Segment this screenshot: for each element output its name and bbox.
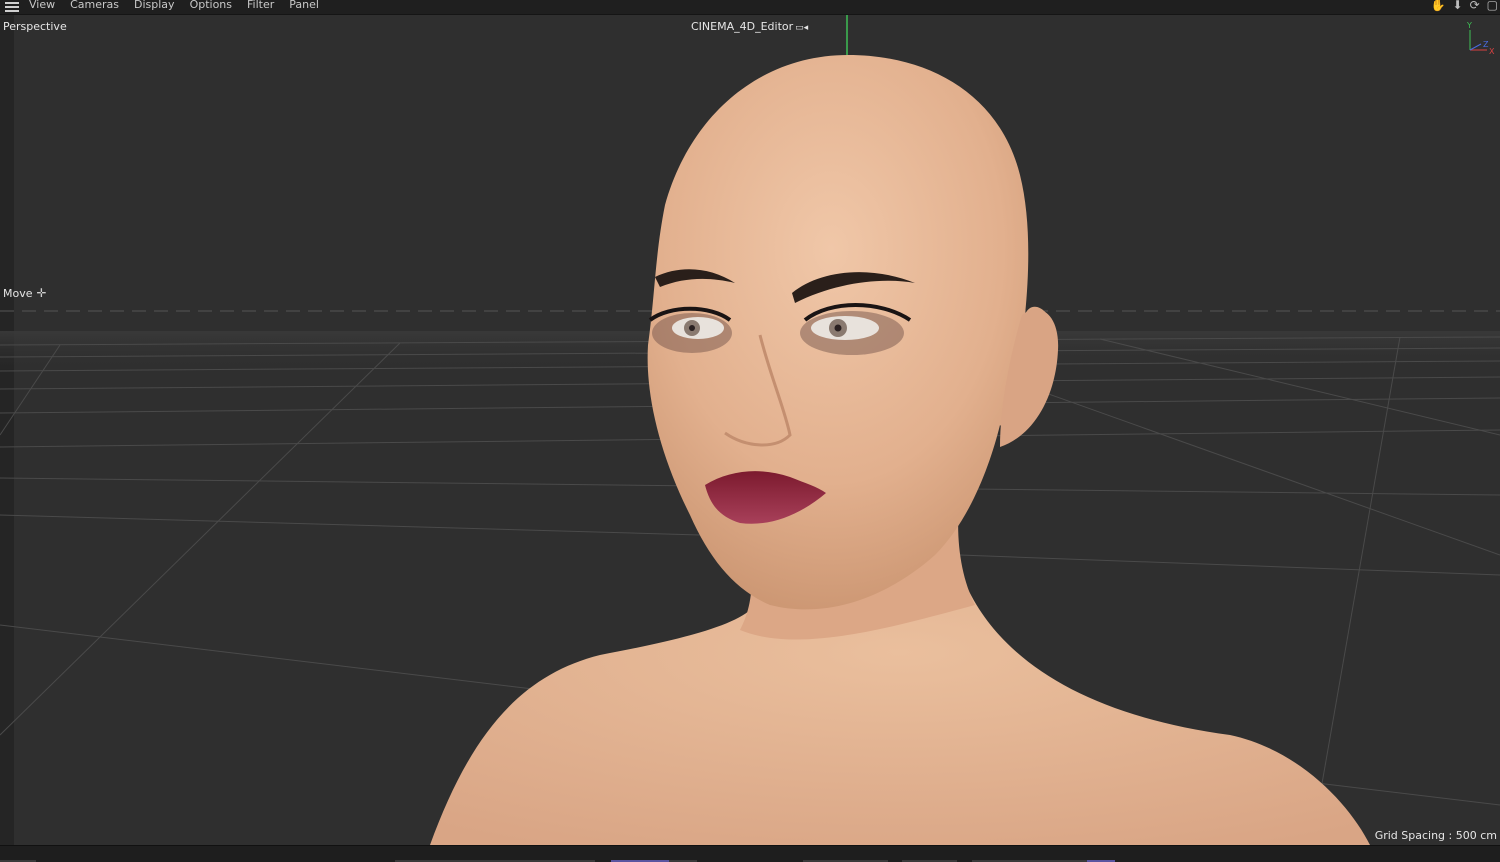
active-tool-label: Move ✛ xyxy=(3,286,47,300)
viewport-scene xyxy=(0,15,1500,845)
hand-icon[interactable]: ✋ xyxy=(1431,0,1446,12)
menu-cameras[interactable]: Cameras xyxy=(70,0,119,12)
menu-panel[interactable]: Panel xyxy=(289,0,319,12)
menu-view[interactable]: View xyxy=(29,0,55,12)
maximize-icon[interactable]: ▢ xyxy=(1487,0,1498,12)
view-name-label[interactable]: Perspective xyxy=(3,20,67,33)
axis-gizmo-icon: Y Z X xyxy=(1466,21,1495,56)
viewport-nav-icons: ✋ ⬇ ⟳ ▢ xyxy=(1431,0,1498,12)
hamburger-menu-icon[interactable] xyxy=(5,2,19,12)
right-pupil xyxy=(834,324,842,332)
active-tool-text: Move xyxy=(3,287,33,300)
rotate-icon[interactable]: ⟳ xyxy=(1470,0,1480,12)
camera-icon: ▭◂ xyxy=(795,23,809,33)
menu-filter[interactable]: Filter xyxy=(247,0,274,12)
menu-display[interactable]: Display xyxy=(134,0,175,12)
viewport-menubar: View Cameras Display Options Filter Pane… xyxy=(0,0,1500,15)
grid-spacing-label: Grid Spacing : 500 cm xyxy=(1374,829,1497,842)
bottom-toolbar-strip xyxy=(0,845,1500,862)
camera-name-label[interactable]: CINEMA_4D_Editor ▭◂ xyxy=(691,20,808,33)
move-icon: ✛ xyxy=(36,286,47,300)
axis-y-label: Y xyxy=(1466,21,1472,30)
left-pupil xyxy=(689,325,695,331)
3d-viewport[interactable]: Perspective CINEMA_4D_Editor ▭◂ Move ✛ Gri… xyxy=(0,15,1500,845)
axis-x-label: X xyxy=(1489,47,1495,56)
menu-options[interactable]: Options xyxy=(190,0,232,12)
cinema4d-editor: View Cameras Display Options Filter Pane… xyxy=(0,0,1500,862)
camera-name-text: CINEMA_4D_Editor xyxy=(691,20,794,33)
arrow-down-icon[interactable]: ⬇ xyxy=(1453,0,1463,12)
